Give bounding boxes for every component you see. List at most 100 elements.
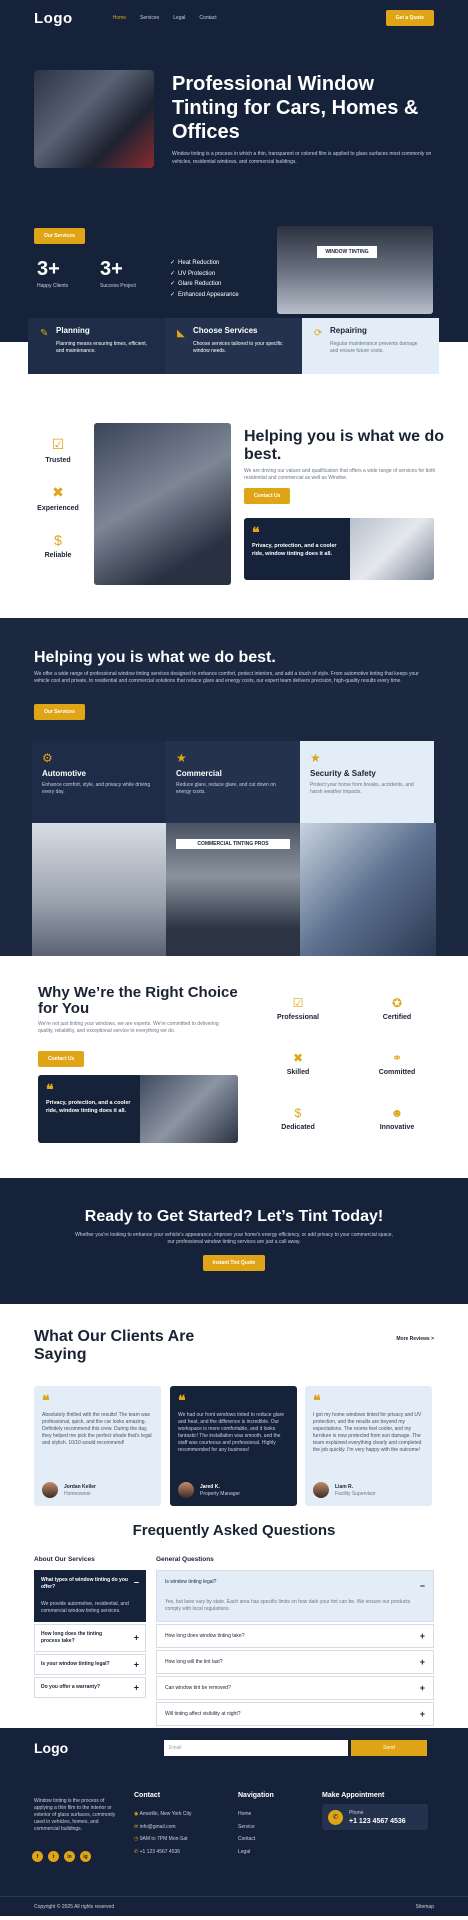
perk-professional: ☑ Professional [263, 996, 333, 1021]
instant-quote-button[interactable]: Instant Tint Quote [202, 1255, 266, 1271]
feature-automotive[interactable]: ⚙ Automotive Enhance comfort, style, and… [32, 741, 166, 823]
tools-icon: ✖ [52, 484, 64, 500]
newsletter-send-button[interactable]: Send [351, 1740, 427, 1756]
quote-icon: ❝ [178, 1392, 186, 1408]
faq-question: How long will the tint last? [165, 1659, 223, 1665]
check-label: Enhanced Appearance [178, 291, 239, 298]
appointment-phone[interactable]: ✆ Phone +1 123 4567 4536 [322, 1804, 428, 1830]
section-title: Helping you is what we do best. [244, 428, 445, 463]
stat-happy-clients: 3+ Happy Clients [37, 258, 68, 289]
technician-image [94, 423, 231, 585]
tools-icon: ✖ [292, 1051, 304, 1065]
hero-title: Professional Window Tinting for Cars, Ho… [172, 73, 419, 143]
benefit-checklist: ✓ Heat Reduction ✓ UV Protection ✓ Glare Re… [170, 258, 239, 300]
faq-item[interactable]: How long will the tint last? + [156, 1650, 434, 1674]
avatar [42, 1482, 58, 1498]
user-idea-icon: ☻ [390, 1106, 404, 1120]
author-role: Property Manager [200, 1490, 241, 1497]
footer-bottom-bar: Copyright © 2025 All rights reserved Sit… [0, 1896, 468, 1916]
testimonial-card: ❝ I got my home windows tinted for priva… [305, 1386, 432, 1506]
copyright: Copyright © 2025 All rights reserved [34, 1904, 115, 1910]
dollar-icon: $ [294, 1106, 302, 1120]
faq-item-open[interactable]: What types of window tinting do you offe… [34, 1570, 146, 1622]
footer-link-home[interactable]: Home [238, 1808, 255, 1821]
contact-item[interactable]: ✆ +1 123 4567 4536 [134, 1846, 191, 1859]
section-title: What Our Clients Are Saying [34, 1328, 195, 1363]
feature-desc: Enhance comfort, style, and privacy whil… [42, 782, 151, 795]
contact-us-button[interactable]: Contact Us [244, 488, 291, 504]
refresh-icon: ⟳ [314, 328, 323, 339]
mail-icon: ✉ [134, 1823, 139, 1830]
faq-item[interactable]: How long does the tinting process take? … [34, 1624, 146, 1652]
perk-label: Professional [276, 1014, 319, 1021]
quote-card: ❝ Privacy, protection, and a cooler ride… [38, 1075, 238, 1143]
nav-contact[interactable]: Contact [199, 15, 216, 21]
contact-hours: 9AM to 7PM Mon-Sat [139, 1836, 188, 1842]
faq-item[interactable]: Do you offer a warranty? + [34, 1677, 146, 1698]
newsletter-email-input[interactable]: Email [164, 1740, 348, 1756]
storefront-thumbnail [350, 518, 434, 580]
service-title: Choose Services [193, 326, 258, 335]
hero-image-car-tinting [34, 70, 154, 168]
faq-item-open[interactable]: Is window tinting legal? − Yes, but laws… [156, 1570, 434, 1622]
footer-link-service[interactable]: Service [238, 1821, 255, 1834]
nav-legal[interactable]: Legal [173, 15, 185, 21]
faq-question: Will tinting affect visibility at night? [165, 1711, 241, 1717]
feature-desc: Reduce glare, reduce glare, and cut down… [176, 782, 276, 795]
nav-services[interactable]: Services [140, 15, 159, 21]
author-name: Liam R. [335, 1483, 354, 1490]
section-title: Why We’re the Right Choice for You [38, 984, 238, 1017]
feature-security[interactable]: ★ Security & Safety Protect your home fr… [300, 741, 434, 823]
faq-section: Frequently Asked Questions About Our Ser… [0, 1504, 468, 1728]
faq-item[interactable]: Can window tint be removed? + [156, 1676, 434, 1700]
faq-item[interactable]: Is your window tinting legal? + [34, 1654, 146, 1675]
footer-navigation-heading: Navigation [238, 1792, 274, 1799]
service-title: Repairing [330, 326, 367, 335]
feature-title: Automotive [42, 769, 86, 778]
check-item: ✓ Heat Reduction [170, 258, 239, 269]
perk-label: Committed [378, 1069, 416, 1076]
badge-experienced: ✖ Experienced [34, 484, 82, 512]
dollar-icon: $ [54, 532, 62, 548]
service-choose[interactable]: ◣ Choose Services Choose services tailor… [165, 318, 302, 374]
section-title: Frequently Asked Questions [132, 1522, 336, 1539]
plus-icon: + [133, 1659, 139, 1669]
footer-logo[interactable]: Logo [34, 1740, 68, 1756]
footer-link-legal[interactable]: Legal [238, 1846, 255, 1859]
service-repairing[interactable]: ⟳ Repairing Regular maintenance prevents… [302, 318, 439, 374]
our-services-button[interactable]: Our Services [34, 228, 85, 244]
contact-us-button[interactable]: Contact Us [38, 1051, 85, 1067]
footer-contact-list: ◉ Amarillo, New York City ✉ info@gmail.c… [134, 1808, 191, 1858]
twitter-icon[interactable]: t [48, 1851, 59, 1862]
feature-title: Commercial [176, 769, 222, 778]
more-reviews-link[interactable]: More Reviews > [396, 1336, 434, 1342]
service-planning[interactable]: ✎ Planning Planning means ensuring times… [28, 318, 165, 374]
contact-item[interactable]: ✉ info@gmail.com [134, 1821, 191, 1834]
stat-value: 3+ [37, 258, 60, 280]
faq-item[interactable]: How long does window tinting take? + [156, 1624, 434, 1648]
perk-label: Innovative [379, 1124, 415, 1131]
faq-question: Can window tint be removed? [165, 1685, 231, 1691]
linkedin-icon[interactable]: in [64, 1851, 75, 1862]
author-role: Homeowner [64, 1490, 91, 1497]
our-services-button[interactable]: Our Services [34, 704, 85, 720]
facebook-icon[interactable]: f [32, 1851, 43, 1862]
nav-home[interactable]: Home [113, 15, 126, 21]
faq-item[interactable]: Will tinting affect visibility at night?… [156, 1702, 434, 1726]
instagram-icon[interactable]: ig [80, 1851, 91, 1862]
perk-label: Skilled [286, 1069, 310, 1076]
hero-image-storefront: WINDOW TINTING [277, 226, 433, 314]
phone-icon: ✆ [134, 1848, 139, 1855]
sitemap-link[interactable]: Sitemap [416, 1904, 434, 1910]
quote-card-text: Privacy, protection, and a cooler ride, … [46, 1100, 131, 1114]
footer-link-contact[interactable]: Contact [238, 1833, 255, 1846]
award-icon: ✪ [391, 996, 403, 1010]
header: Logo Home Services Legal Contact Get a Q… [0, 0, 468, 36]
feature-commercial[interactable]: ★ Commercial Reduce glare, reduce glare,… [166, 741, 300, 823]
check-item: ✓ UV Protection [170, 269, 239, 280]
why-choose-us: Why We’re the Right Choice for You We're… [0, 956, 468, 1178]
section-subtitle: We are driving our values and qualificat… [244, 468, 436, 481]
get-quote-button[interactable]: Get a Quote [385, 10, 434, 26]
service-desc: Planning means ensuring times, efficient… [56, 341, 148, 354]
logo[interactable]: Logo [34, 10, 73, 27]
